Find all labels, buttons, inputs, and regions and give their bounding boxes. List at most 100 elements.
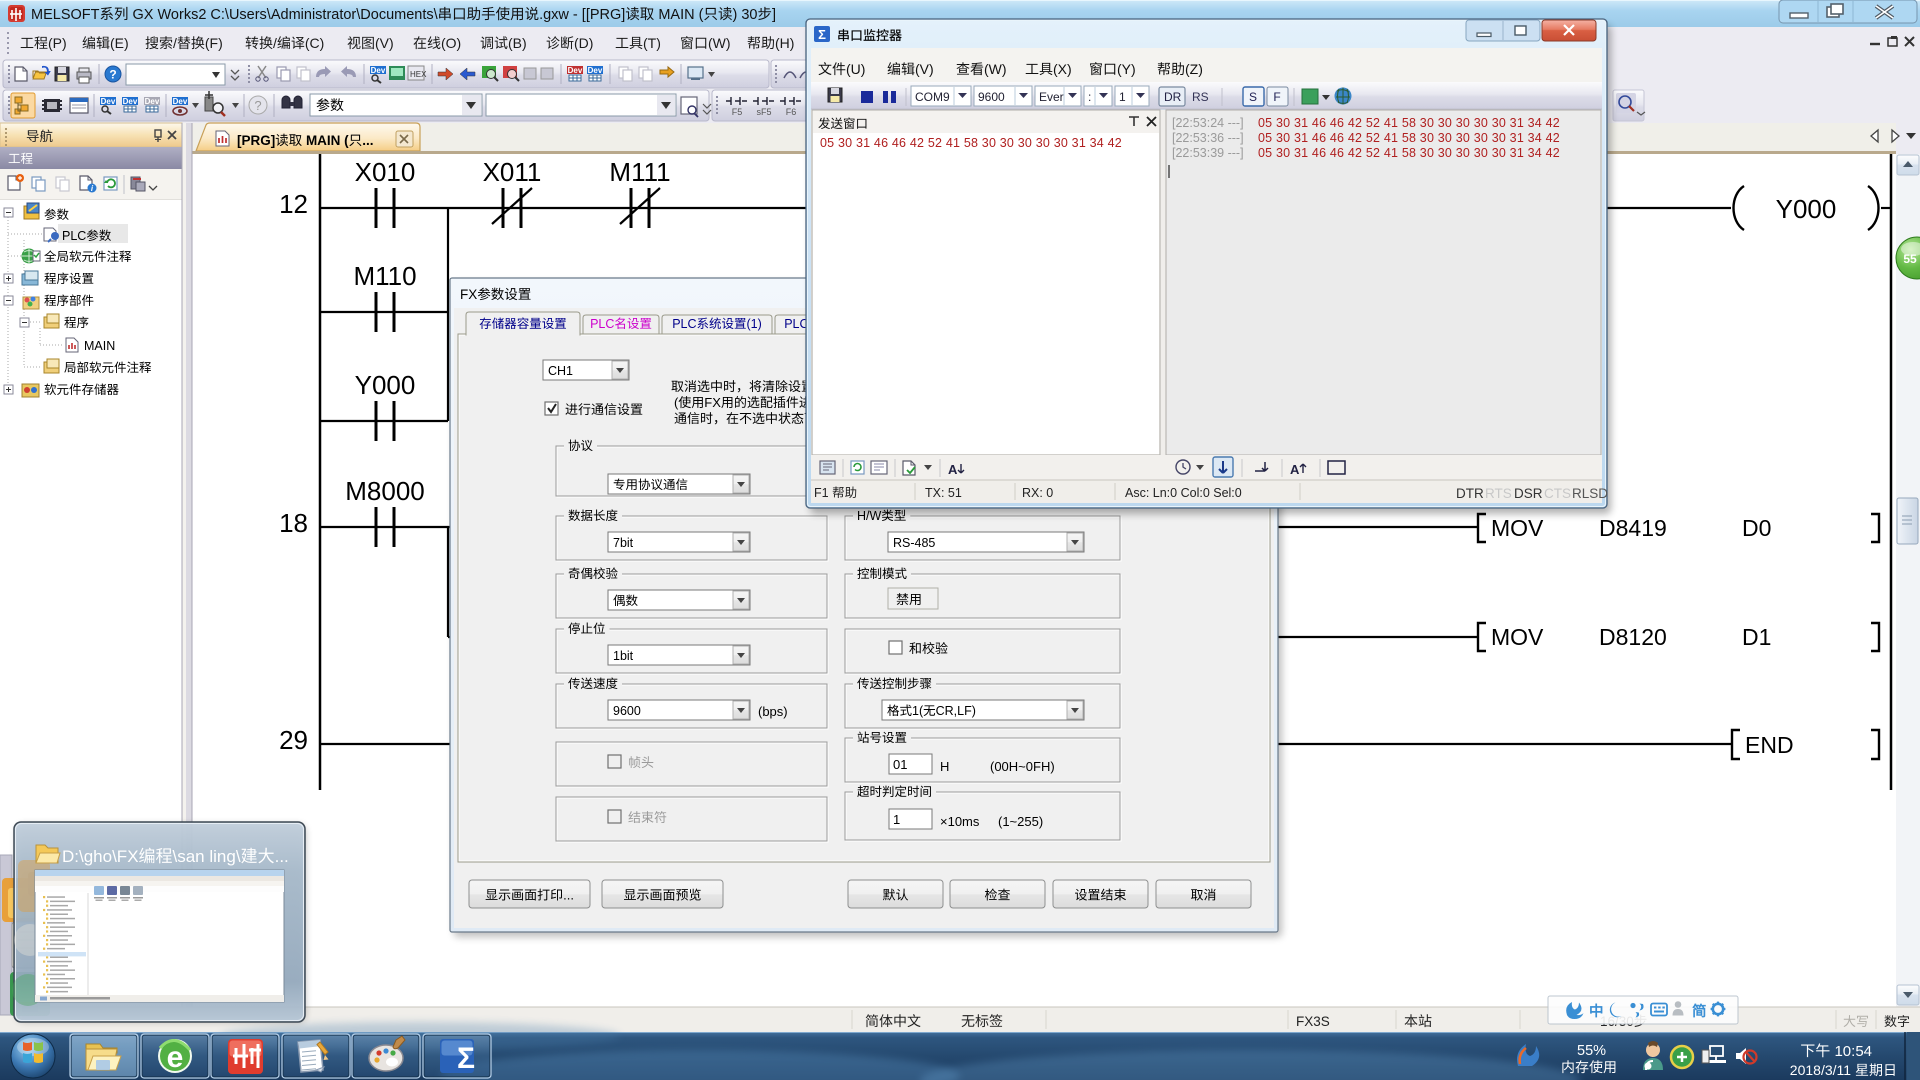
svg-text:COM9: COM9 <box>915 90 950 104</box>
svg-text:7bit: 7bit <box>613 536 634 550</box>
svg-text:05 30 31 46 46 42 52 41 58 30: 05 30 31 46 46 42 52 41 58 30 30 30 30 3… <box>1258 116 1560 130</box>
svg-text:FX: FX <box>460 287 477 302</box>
svg-text:MOV: MOV <box>1491 515 1544 541</box>
svg-text:PLC: PLC <box>672 317 696 331</box>
svg-text:MAIN: MAIN <box>84 339 115 353</box>
svg-text:(Y): (Y) <box>1117 61 1136 77</box>
svg-text:.gxw - [[PRG]: .gxw - [[PRG] <box>539 7 625 23</box>
svg-text:Dev: Dev <box>123 97 138 106</box>
svg-text:END: END <box>1745 732 1794 758</box>
svg-text:D1: D1 <box>1742 624 1771 650</box>
svg-text:(C): (C) <box>305 35 324 51</box>
svg-text:(V): (V) <box>915 61 934 77</box>
svg-text:Dev: Dev <box>588 66 603 75</box>
svg-text:01: 01 <box>893 757 907 772</box>
svg-text:1bit: 1bit <box>613 649 634 663</box>
svg-text:(: ( <box>674 395 679 410</box>
svg-text:1: 1 <box>1119 90 1126 104</box>
svg-text:Ever: Ever <box>1039 90 1064 104</box>
svg-text:M111: M111 <box>609 157 670 187</box>
svg-text:F1: F1 <box>814 486 832 500</box>
svg-text:X011: X011 <box>483 157 542 187</box>
svg-text:05 30 31 46 46 42 52 41 58 30: 05 30 31 46 46 42 52 41 58 30 30 30 30 3… <box>1258 131 1560 145</box>
svg-text:(W): (W) <box>984 61 1007 77</box>
svg-text:[22:53:39 ---]: [22:53:39 ---] <box>1172 146 1244 160</box>
svg-text:[22:53:24 ---]: [22:53:24 ---] <box>1172 116 1244 130</box>
svg-text:(H): (H) <box>775 35 794 51</box>
svg-text:1: 1 <box>893 812 900 827</box>
svg-text:(U): (U) <box>846 61 865 77</box>
svg-text:D8120: D8120 <box>1599 624 1667 650</box>
svg-text:S: S <box>1249 90 1257 104</box>
svg-text:...: ... <box>275 847 289 866</box>
svg-text:A: A <box>948 462 958 477</box>
svg-text:[PRG]: [PRG] <box>237 133 275 148</box>
svg-text:(D): (D) <box>574 35 593 51</box>
svg-text:05 30 31 46 46 42 52 41 58 30: 05 30 31 46 46 42 52 41 58 30 30 30 30 3… <box>1258 146 1560 160</box>
svg-text:MAIN (: MAIN ( <box>654 7 703 23</box>
svg-text:(X): (X) <box>1053 61 1072 77</box>
svg-text:Y000: Y000 <box>1776 194 1837 224</box>
svg-text:1(: 1( <box>912 704 924 718</box>
svg-text:FX: FX <box>704 395 721 410</box>
svg-text::: : <box>1088 90 1091 104</box>
svg-text:(W): (W) <box>708 35 731 51</box>
svg-text:CR,LF): CR,LF) <box>936 704 976 718</box>
svg-text:MAIN (: MAIN ( <box>302 133 349 148</box>
svg-text:e: e <box>167 1041 184 1074</box>
svg-text:18: 18 <box>279 508 308 538</box>
svg-text:[22:53:36 ---]: [22:53:36 ---] <box>1172 131 1244 145</box>
svg-text:(V): (V) <box>375 35 394 51</box>
svg-text:]: ] <box>772 7 776 23</box>
svg-text:(00H~0FH): (00H~0FH) <box>990 759 1055 774</box>
svg-text:55%: 55% <box>1577 1043 1606 1059</box>
svg-text:Dev: Dev <box>371 66 386 75</box>
svg-text:GX Works2 C:\Users\Administrat: GX Works2 C:\Users\Administrator\Documen… <box>129 7 439 23</box>
svg-text:10:54: 10:54 <box>1830 1043 1872 1060</box>
svg-text:sF5: sF5 <box>756 107 771 117</box>
svg-text:DSR: DSR <box>1514 486 1543 501</box>
svg-text:H: H <box>940 759 949 774</box>
svg-text:MELSOFT: MELSOFT <box>31 7 100 23</box>
svg-text:F6: F6 <box>786 107 797 117</box>
svg-text:) 30: ) 30 <box>733 7 758 23</box>
svg-text:F5: F5 <box>732 107 743 117</box>
svg-text:05 30 31 46 46 42 52 41 58 30: 05 30 31 46 46 42 52 41 58 30 30 30 30 3… <box>820 136 1122 150</box>
svg-text:RS-485: RS-485 <box>893 536 935 550</box>
svg-text:RTS: RTS <box>1485 486 1512 501</box>
svg-text:M8000: M8000 <box>345 476 425 506</box>
svg-text:?: ? <box>109 68 116 82</box>
svg-text:RS: RS <box>1192 90 1209 104</box>
svg-text:RLSD: RLSD <box>1572 486 1608 501</box>
svg-text:(1~255): (1~255) <box>998 814 1043 829</box>
svg-text:...: ... <box>362 133 373 148</box>
svg-text:(O): (O) <box>441 35 461 51</box>
svg-text:Dev: Dev <box>145 97 160 106</box>
svg-text:F: F <box>1273 90 1280 104</box>
svg-text:TX: 51: TX: 51 <box>925 486 962 500</box>
svg-text:(F): (F) <box>205 35 223 51</box>
svg-text:A: A <box>1290 462 1300 477</box>
svg-text:(Z): (Z) <box>1185 61 1203 77</box>
svg-text:9600: 9600 <box>978 90 1005 104</box>
svg-text:55: 55 <box>1903 252 1917 266</box>
svg-text:12: 12 <box>279 189 308 219</box>
svg-text:Σ: Σ <box>457 1042 475 1075</box>
svg-text:FX3S: FX3S <box>1296 1014 1330 1029</box>
svg-text:Y000: Y000 <box>355 370 416 400</box>
svg-text:D:\gho\FX: D:\gho\FX <box>62 847 139 866</box>
svg-text:Asc: Ln:0 Col:0 Sel:0: Asc: Ln:0 Col:0 Sel:0 <box>1125 486 1242 500</box>
svg-text:?: ? <box>254 98 261 113</box>
svg-text:CTS: CTS <box>1544 486 1571 501</box>
svg-text:Dev: Dev <box>173 97 188 106</box>
svg-text:X010: X010 <box>355 157 416 187</box>
svg-text:(1): (1) <box>747 317 762 331</box>
svg-text:9600: 9600 <box>613 704 641 718</box>
svg-text:/: / <box>173 35 177 51</box>
svg-text:(E): (E) <box>110 35 129 51</box>
svg-text:MOV: MOV <box>1491 624 1544 650</box>
svg-text:2018/3/11: 2018/3/11 <box>1790 1062 1855 1078</box>
svg-text:PLC: PLC <box>62 229 86 243</box>
svg-text:DR: DR <box>1164 90 1182 104</box>
svg-text:HEX: HEX <box>410 70 427 79</box>
